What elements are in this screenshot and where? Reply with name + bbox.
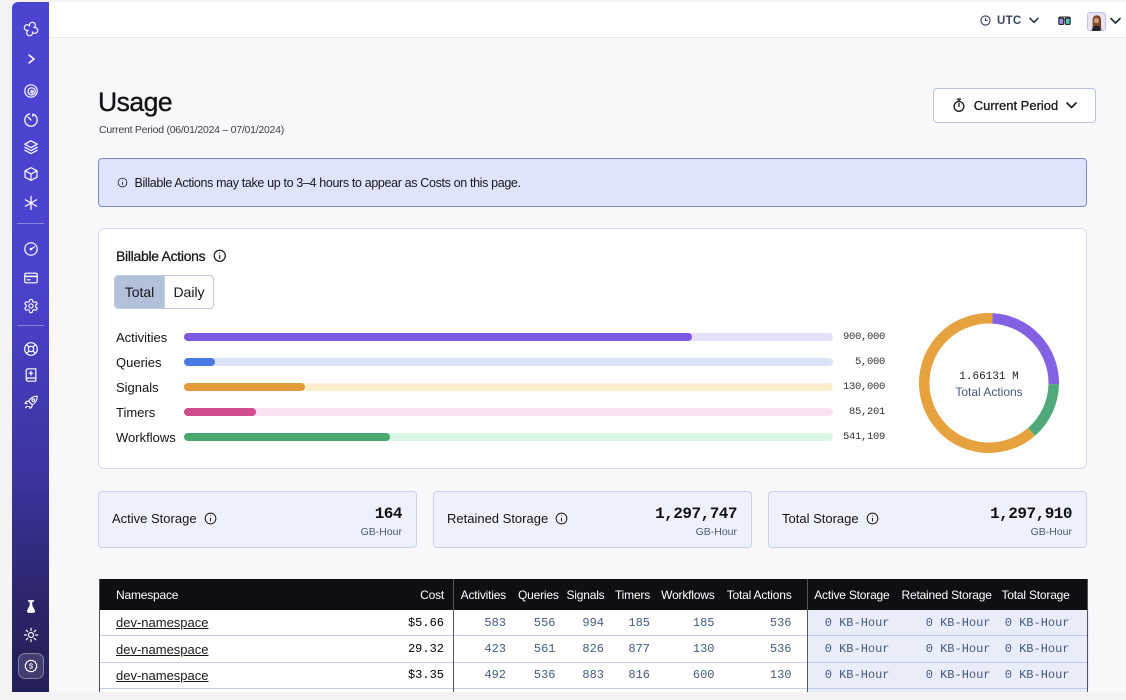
svg-text:$: $ <box>28 664 33 672</box>
